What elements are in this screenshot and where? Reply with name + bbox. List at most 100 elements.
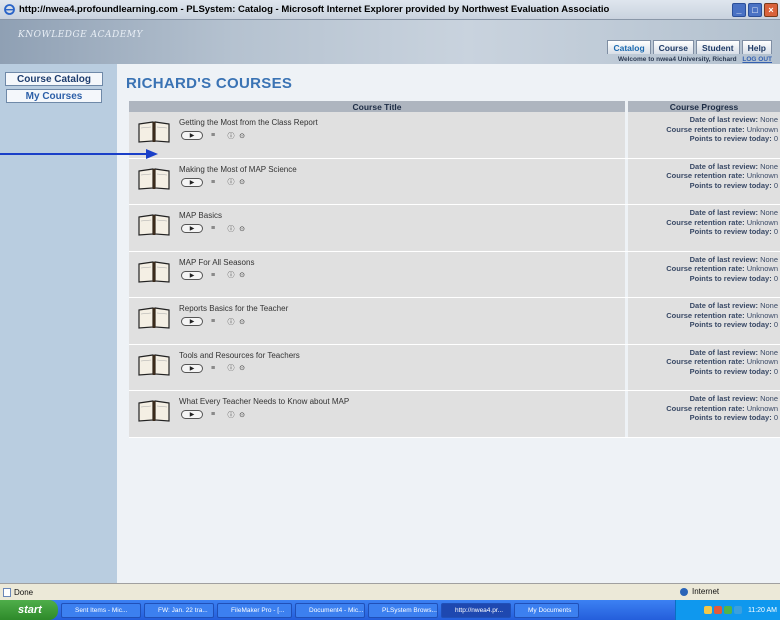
info-icon[interactable]: ⓘ: [227, 178, 235, 186]
last-review-label: Date of last review:: [689, 115, 758, 124]
main-nav: Catalog Course Student Help: [605, 40, 772, 54]
logout-link[interactable]: LOG OUT: [742, 56, 772, 63]
play-icon[interactable]: ▶: [181, 410, 203, 419]
sidebar-item-course-catalog[interactable]: Course Catalog: [5, 72, 103, 86]
taskbar-task[interactable]: FileMaker Pro - [...: [217, 602, 292, 618]
last-review-value: None: [760, 394, 778, 403]
play-icon[interactable]: ▶: [181, 270, 203, 280]
window-title-bar: http://nwea4.profoundlearning.com - PLSy…: [0, 0, 780, 20]
last-review-label: Date of last review:: [689, 161, 758, 171]
settings-icon[interactable]: ⊙: [238, 318, 246, 326]
play-icon[interactable]: ▶: [181, 363, 203, 373]
welcome-text: Welcome to nwea4 University, Richard: [617, 56, 737, 63]
settings-icon[interactable]: ⊙: [238, 132, 246, 140]
globe-icon: [680, 587, 688, 596]
book-icon[interactable]: [138, 214, 170, 236]
settings-icon[interactable]: ⊙: [238, 411, 246, 419]
tab-help[interactable]: Help: [741, 40, 772, 54]
course-title-link[interactable]: What Every Teacher Needs to Know about M…: [179, 397, 349, 406]
taskbar-task[interactable]: PLSystem Brows...: [368, 602, 438, 618]
minimize-button[interactable]: _: [732, 2, 746, 17]
menu-icon[interactable]: ≡: [209, 178, 217, 186]
points-label: Points to review today:: [689, 366, 772, 376]
start-button[interactable]: start: [0, 600, 58, 620]
menu-icon[interactable]: ≡: [209, 132, 217, 140]
points-value: 0: [773, 366, 778, 376]
retention-label: Course retention rate:: [666, 217, 745, 227]
play-icon[interactable]: ▶: [181, 224, 203, 233]
window-title: http://nwea4.profoundlearning.com - PLSy…: [19, 4, 610, 15]
course-title-link[interactable]: Getting the Most from the Class Report: [179, 118, 318, 127]
maximize-button[interactable]: □: [748, 2, 762, 17]
course-cell: Making the Most of MAP Science ▶ ≡ ⓘ ⊙: [129, 159, 625, 205]
system-tray: 11:20 AM: [675, 600, 780, 620]
course-cell: Reports Basics for the Teacher ▶ ≡ ⓘ ⊙: [129, 298, 625, 344]
tray-icon[interactable]: [713, 606, 722, 614]
pointer-arrow-icon: [0, 149, 158, 159]
taskbar-task[interactable]: FW: Jan. 22 tra...: [144, 602, 214, 618]
course-title-link[interactable]: MAP For All Seasons: [179, 258, 254, 267]
info-icon[interactable]: ⓘ: [227, 411, 235, 419]
menu-icon[interactable]: ≡: [209, 318, 217, 326]
tab-catalog[interactable]: Catalog: [607, 40, 651, 54]
course-cell: MAP Basics ▶ ≡ ⓘ ⊙: [129, 205, 625, 251]
play-icon[interactable]: ▶: [181, 177, 203, 187]
info-icon[interactable]: ⓘ: [227, 271, 235, 279]
taskbar-task[interactable]: Sent Items - Mic...: [61, 602, 141, 618]
book-icon[interactable]: [138, 167, 170, 190]
book-icon[interactable]: [138, 400, 170, 422]
taskbar-task[interactable]: My Documents: [514, 602, 579, 618]
tab-course[interactable]: Course: [652, 40, 694, 54]
clock: 11:20 AM: [747, 606, 777, 614]
table-row: MAP For All Seasons ▶ ≡ ⓘ ⊙ Date of last revi…: [129, 251, 780, 298]
play-icon[interactable]: ▶: [181, 131, 203, 140]
last-review-value: None: [760, 161, 778, 171]
info-icon[interactable]: ⓘ: [227, 225, 235, 233]
points-label: Points to review today:: [689, 180, 772, 190]
progress-cell: Date of last review: None Course retentio…: [628, 159, 780, 205]
last-review-label: Date of last review:: [689, 301, 758, 310]
sidebar-item-my-courses[interactable]: My Courses: [6, 89, 102, 103]
site-logo: KNOWLEDGE ACADEMY: [18, 30, 143, 40]
progress-cell: Date of last review: None Course retentio…: [628, 298, 780, 344]
menu-icon[interactable]: ≡: [209, 411, 217, 419]
book-icon[interactable]: [138, 353, 170, 376]
course-controls: ▶ ≡ ⓘ ⊙: [181, 131, 256, 140]
settings-icon[interactable]: ⊙: [238, 225, 246, 233]
info-icon[interactable]: ⓘ: [227, 318, 235, 326]
tray-icon[interactable]: [733, 606, 742, 614]
settings-icon[interactable]: ⊙: [238, 271, 246, 279]
course-title-link[interactable]: Making the Most of MAP Science: [179, 165, 297, 174]
points-label: Points to review today:: [689, 320, 772, 329]
course-title-link[interactable]: Reports Basics for the Teacher: [179, 304, 288, 313]
settings-icon[interactable]: ⊙: [238, 178, 246, 186]
book-icon[interactable]: [138, 307, 170, 329]
taskbar-task[interactable]: http://nwea4.pr...: [441, 602, 511, 618]
taskbar-task[interactable]: Document4 - Mic...: [295, 602, 365, 618]
welcome-line: Welcome to nwea4 University, Richard LOG…: [618, 56, 772, 63]
menu-icon[interactable]: ≡: [209, 271, 217, 279]
tray-icon[interactable]: [723, 606, 732, 614]
info-icon[interactable]: ⓘ: [227, 132, 235, 140]
points-value: 0: [773, 134, 778, 143]
retention-value: Unknown: [746, 171, 778, 180]
points-label: Points to review today:: [689, 134, 772, 143]
progress-cell: Date of last review: None Course retentio…: [628, 391, 780, 437]
last-review-label: Date of last review:: [689, 208, 758, 217]
last-review-label: Date of last review:: [689, 394, 758, 403]
course-title-link[interactable]: MAP Basics: [179, 211, 222, 220]
menu-icon[interactable]: ≡: [209, 225, 217, 233]
table-row: Reports Basics for the Teacher ▶ ≡ ⓘ ⊙ Date o…: [129, 298, 780, 345]
play-icon[interactable]: ▶: [181, 317, 203, 326]
menu-icon[interactable]: ≡: [209, 364, 217, 372]
course-title-link[interactable]: Tools and Resources for Teachers: [179, 351, 300, 360]
book-icon[interactable]: [138, 121, 170, 143]
tab-student[interactable]: Student: [695, 40, 740, 54]
settings-icon[interactable]: ⊙: [238, 364, 246, 372]
close-button[interactable]: ×: [764, 2, 778, 17]
tray-icon[interactable]: [703, 606, 712, 614]
retention-label: Course retention rate:: [666, 403, 745, 413]
book-icon[interactable]: [138, 260, 170, 283]
info-icon[interactable]: ⓘ: [227, 364, 235, 372]
course-controls: ▶ ≡ ⓘ ⊙: [181, 317, 256, 326]
